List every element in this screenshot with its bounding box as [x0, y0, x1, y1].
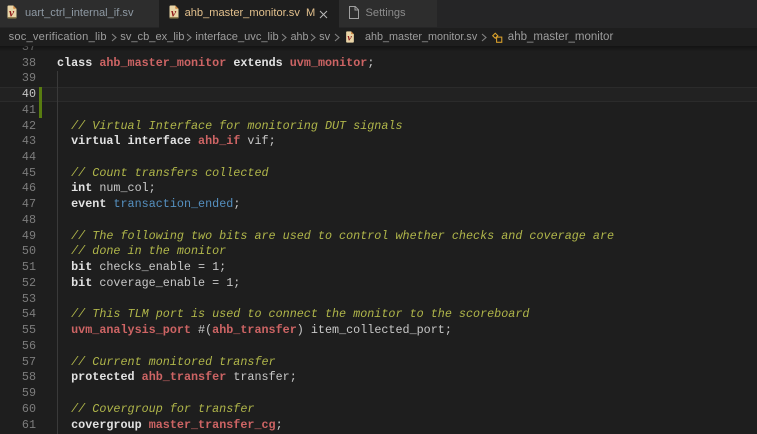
svg-text:v: v [9, 7, 15, 19]
svg-text:v: v [171, 7, 177, 19]
svg-text:v: v [348, 33, 353, 43]
